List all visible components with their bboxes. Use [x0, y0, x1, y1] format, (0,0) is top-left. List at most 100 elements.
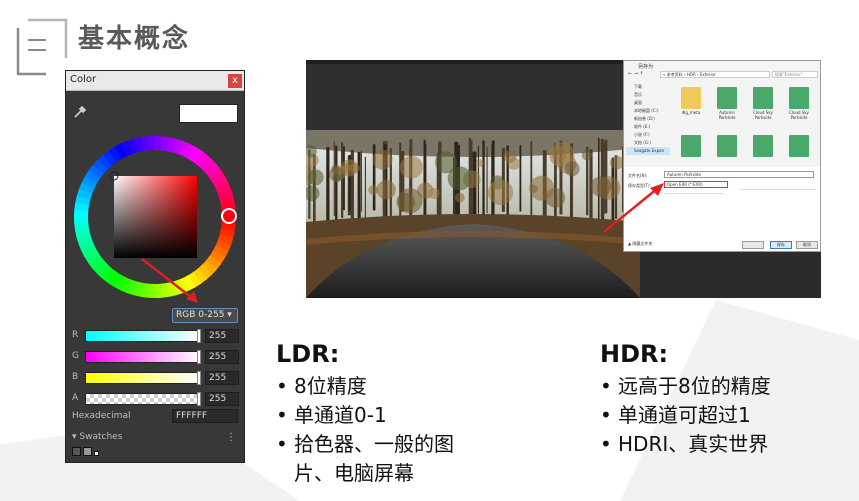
blue-slider[interactable]	[85, 372, 200, 384]
channel-row-r: R 255	[70, 329, 240, 343]
save-button[interactable]: 保存	[770, 241, 792, 249]
channel-label: R	[72, 330, 79, 340]
list-item: • 单通道0-1	[276, 401, 387, 429]
tree-trunk	[519, 145, 522, 212]
current-color-swatch[interactable]	[179, 104, 238, 123]
sidebar-item[interactable]: 软件 (E:)	[626, 123, 670, 131]
sidebar-item[interactable]: 桌面	[626, 99, 670, 107]
page-title: 基本概念	[78, 24, 191, 54]
more-options-icon[interactable]: ⋮	[226, 432, 236, 443]
slider-thumb[interactable]	[197, 350, 201, 364]
ldr-heading: LDR:	[276, 340, 340, 368]
swatches-text: Swatches	[79, 432, 123, 442]
file-item[interactable]: dlg_meta	[676, 87, 706, 125]
alpha-slider[interactable]	[85, 393, 200, 405]
exr-file-icon	[789, 135, 809, 157]
slider-thumb[interactable]	[197, 329, 201, 343]
list-item-text: 8位精度	[294, 374, 367, 398]
bullet-icon: •	[276, 374, 288, 398]
tree-trunk	[335, 146, 338, 224]
foliage	[332, 172, 342, 182]
sidebar-item[interactable]: Seagate Expan	[626, 147, 670, 155]
hue-wheel[interactable]	[70, 131, 240, 303]
hex-label: Hexadecimal	[72, 411, 131, 421]
red-slider[interactable]	[85, 330, 200, 342]
list-item-text: 远高于8位的精度	[618, 374, 771, 398]
tree-trunk	[486, 147, 488, 214]
bullet-icon: •	[276, 432, 288, 456]
color-tab[interactable]: Color	[70, 74, 96, 85]
sidebar-item[interactable]: 下载	[626, 83, 670, 91]
back-arrow-icon[interactable]: ← → ↑	[628, 71, 644, 77]
cancel-button[interactable]: 取消	[796, 241, 818, 249]
color-picker-header: Color x	[66, 71, 244, 91]
editor-strip	[306, 60, 623, 130]
slider-thumb[interactable]	[197, 371, 201, 385]
eyedropper-icon[interactable]	[72, 104, 88, 120]
title-bracket-icon	[16, 18, 68, 76]
file-name: dlg_meta	[681, 110, 701, 115]
channel-value-field[interactable]: 255	[205, 371, 239, 385]
sidebar-item[interactable]: 文档 (G:)	[626, 139, 670, 147]
swatch-preset[interactable]	[83, 447, 92, 456]
tree-trunk	[326, 147, 330, 222]
foliage	[503, 150, 517, 163]
search-input[interactable]: 搜索"Exterior"	[772, 71, 818, 78]
color-picker-window: Color x RGB 0-255 ▾ R 255 G 255 B 255 A …	[65, 70, 245, 463]
swatch-presets	[72, 447, 101, 459]
options-panel-right	[740, 189, 816, 221]
channel-row-g: G 255	[70, 350, 240, 364]
list-item: • 8位精度	[276, 372, 367, 400]
channel-row-a: A 255	[70, 392, 240, 406]
panorama-image	[306, 130, 640, 298]
channel-value-field[interactable]: 255	[205, 350, 239, 364]
foliage	[487, 179, 514, 206]
list-item: 片、电脑屏幕	[276, 459, 414, 487]
foliage	[581, 149, 593, 161]
foliage	[564, 161, 580, 177]
file-item[interactable]: Autumn Parkside	[712, 87, 742, 125]
exr-file-icon	[789, 87, 809, 109]
triangle-down-icon: ▾	[72, 432, 77, 442]
channel-value-field[interactable]: 255	[205, 392, 239, 406]
dialog-button[interactable]	[742, 241, 764, 249]
foliage	[475, 159, 484, 168]
channel-value-field[interactable]: 255	[205, 329, 239, 343]
exr-file-icon	[717, 135, 737, 157]
close-button[interactable]: x	[228, 74, 242, 88]
file-item[interactable]: Cloud Sky Parkside	[748, 87, 778, 125]
channel-label: B	[72, 372, 79, 382]
sidebar-item[interactable]: 小说 (F:)	[626, 131, 670, 139]
foliage	[372, 149, 393, 170]
swatch-preset[interactable]	[94, 451, 99, 456]
slider-thumb[interactable]	[197, 392, 201, 406]
sidebar-item[interactable]: 新加卷 (D:)	[626, 115, 670, 123]
foliage	[529, 175, 555, 201]
foliage	[397, 188, 423, 214]
filename-input[interactable]: Autumn Parkside	[664, 171, 814, 178]
foliage	[454, 192, 465, 203]
tree-trunk	[357, 151, 361, 224]
hide-folders-toggle[interactable]: ▲ 隐藏文件夹	[628, 241, 652, 247]
foliage	[307, 169, 324, 186]
list-item: • 拾色器、一般的图	[276, 430, 454, 458]
swatches-label[interactable]: ▾ Swatches	[72, 432, 122, 442]
list-item: • 单通道可超过1	[600, 401, 751, 429]
exr-file-icon	[681, 135, 701, 157]
green-slider[interactable]	[85, 351, 200, 363]
hex-input[interactable]: FFFFFF	[172, 409, 238, 423]
list-item: • 远高于8位的精度	[600, 372, 771, 400]
color-mode-dropdown[interactable]: RGB 0-255 ▾	[172, 308, 238, 323]
sidebar-item[interactable]: 本地磁盘 (C:)	[626, 107, 670, 115]
bullet-icon: •	[600, 374, 612, 398]
file-item[interactable]: Cloud Sky Parkside	[784, 87, 814, 125]
foliage	[376, 180, 396, 200]
chevron-down-icon: ▾	[227, 310, 232, 320]
address-bar[interactable]: « 参考资料 › HDR › Exterior	[660, 71, 770, 78]
sidebar-item[interactable]: 音乐	[626, 91, 670, 99]
file-name: Cloud Sky Parkside	[789, 110, 809, 120]
swatch-preset[interactable]	[72, 447, 81, 456]
channel-label: A	[72, 393, 79, 403]
file-name: Cloud Sky Parkside	[753, 110, 773, 120]
filename-label: 文件名(N):	[628, 173, 648, 178]
